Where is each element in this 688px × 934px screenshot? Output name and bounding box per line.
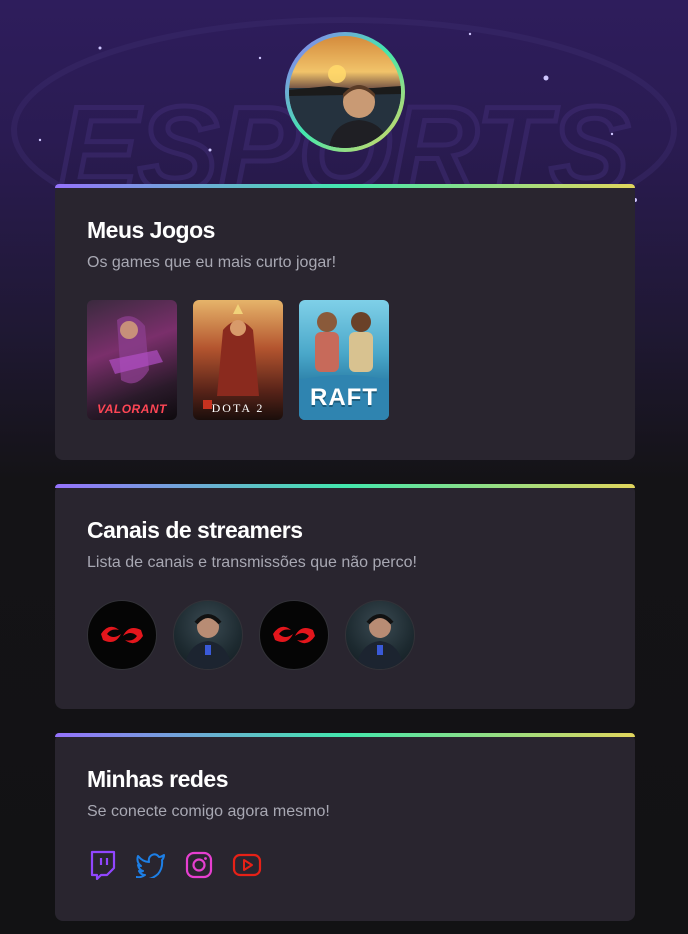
streamer-avatar-person-2[interactable] [345,600,415,670]
streamers-list [87,600,415,670]
game-dota-2[interactable]: DOTA 2 [193,300,283,420]
socials-card-title: Minhas redes [87,766,229,792]
streamer-person-icon [184,614,232,669]
twitch-icon[interactable] [87,849,119,881]
games-list: VALORANT DOTA 2 RAFT [87,300,389,420]
streamer-person-icon [356,614,404,669]
games-card-subtitle: Os games que eu mais curto jogar! [87,254,337,271]
raft-logo-text: RAFT [310,384,378,411]
instagram-icon[interactable] [183,849,215,881]
twitter-icon[interactable] [135,849,167,881]
profile-avatar [285,32,405,152]
game-valorant[interactable]: VALORANT [87,300,177,420]
streamer-avatar-logo-1[interactable] [87,600,157,670]
streamers-card-title: Canais de streamers [87,517,303,543]
game-raft[interactable]: RAFT [299,300,389,420]
streamers-card-subtitle: Lista de canais e transmissões que não p… [87,554,417,571]
socials-list [87,849,263,881]
games-card: Meus Jogos Os games que eu mais curto jo… [55,184,635,460]
socials-card-subtitle: Se conecte comigo agora mesmo! [87,803,330,820]
streamers-card: Canais de streamers Lista de canais e tr… [55,484,635,709]
dota-logo-text: DOTA 2 [211,401,265,415]
avatar-photo [289,36,401,148]
socials-card: Minhas redes Se conecte comigo agora mes… [55,733,635,921]
red-swirl-logo-icon [101,626,143,644]
streamer-avatar-logo-2[interactable] [259,600,329,670]
red-swirl-logo-icon [273,626,315,644]
games-card-title: Meus Jogos [87,217,215,243]
youtube-icon[interactable] [231,849,263,881]
valorant-logo-text: VALORANT [97,402,167,416]
streamer-avatar-person-1[interactable] [173,600,243,670]
